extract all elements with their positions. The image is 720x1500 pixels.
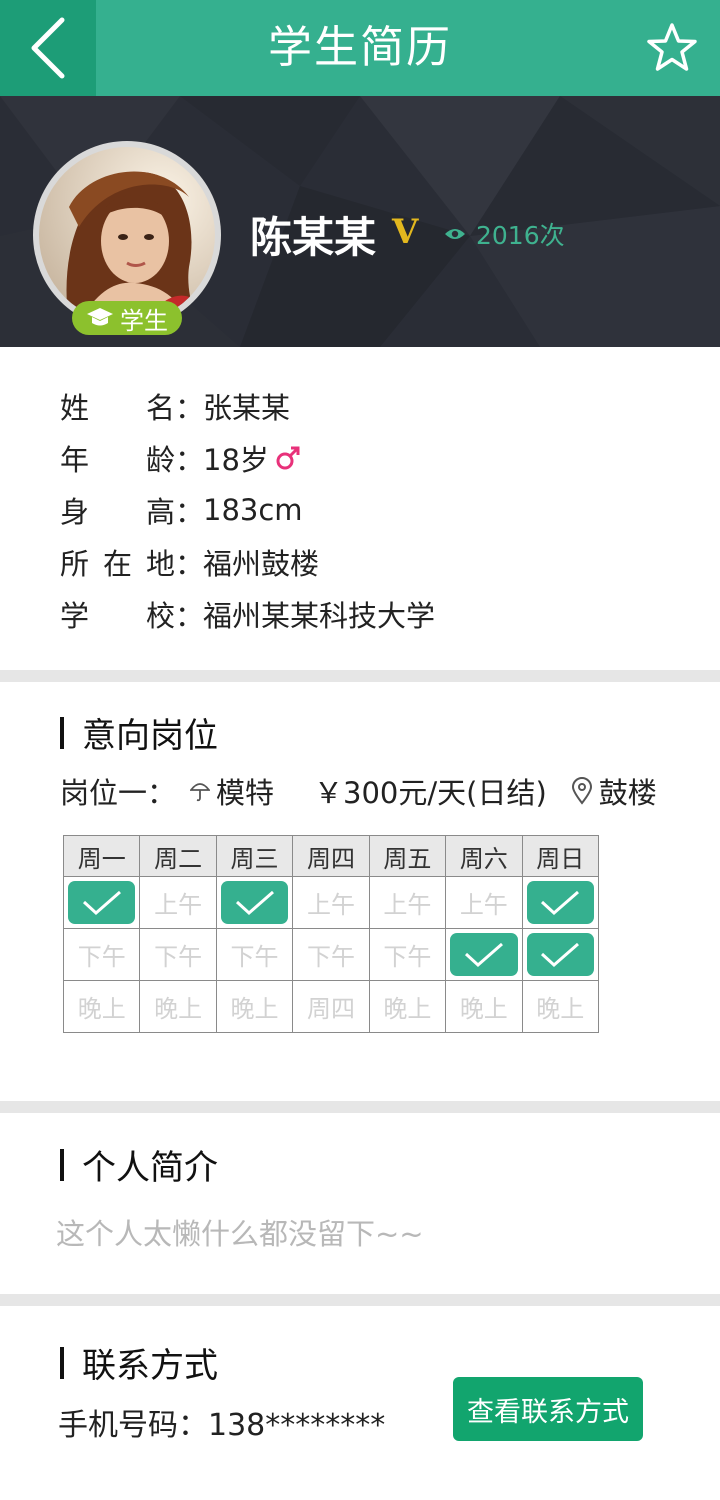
location-pin-icon <box>571 777 592 805</box>
job-location: 鼓楼 <box>598 776 657 810</box>
job-position: 模特 <box>216 776 275 810</box>
info-label: 年龄 <box>60 443 175 477</box>
schedule-cell: 周四 <box>292 980 370 1033</box>
schedule-day: 周日 <box>521 835 600 877</box>
view-contact-button[interactable]: 查看联系方式 <box>453 1377 643 1441</box>
job-line: 岗位一： 模特 ￥300元/天(日结) 鼓楼 <box>60 770 657 812</box>
schedule-day: 周四 <box>292 835 370 877</box>
info-value: 张某某 <box>203 391 291 425</box>
info-row-age: 年龄 ： 18岁 <box>60 432 435 484</box>
favorite-button[interactable] <box>646 22 698 74</box>
availability-schedule: 周一 周二 周三 周四 周五 周六 周日 上午 上午 上午 上午 下午 下午 下… <box>62 835 600 1033</box>
star-outline-icon <box>647 23 697 71</box>
schedule-cell-checked <box>521 876 600 929</box>
schedule-row-afternoon: 下午 下午 下午 下午 下午 <box>62 928 600 981</box>
info-colon: ： <box>175 391 205 425</box>
schedule-cell: 晚上 <box>445 980 523 1033</box>
schedule-cell: 下午 <box>215 928 294 981</box>
schedule-cell: 晚上 <box>62 980 141 1033</box>
role-badge: 学生 <box>72 301 182 335</box>
info-row-height: 身高 ： 183cm <box>60 484 435 536</box>
check-icon <box>526 881 594 924</box>
info-value: 福州某某科技大学 <box>203 599 436 633</box>
view-count: 2016次 <box>444 216 565 252</box>
job-section-title: 意向岗位 <box>60 708 218 757</box>
check-icon <box>220 881 289 924</box>
info-value: 福州鼓楼 <box>203 547 320 581</box>
schedule-day: 周一 <box>62 835 141 877</box>
schedule-cell: 下午 <box>292 928 370 981</box>
info-value: 18岁 <box>203 443 269 477</box>
section-divider <box>0 670 720 682</box>
schedule-cell-checked <box>445 928 523 981</box>
check-icon <box>450 933 518 976</box>
schedule-cell: 上午 <box>292 876 370 929</box>
page-title: 学生简历 <box>268 22 452 73</box>
info-row-location: 所在地 ： 福州鼓楼 <box>60 536 435 588</box>
umbrella-icon <box>190 783 211 802</box>
schedule-day: 周二 <box>139 835 217 877</box>
schedule-cell: 晚上 <box>215 980 294 1033</box>
schedule-row-evening: 晚上 晚上 晚上 周四 晚上 晚上 晚上 <box>62 980 600 1033</box>
intro-text: 这个人太懒什么都没留下~~ <box>56 1217 424 1251</box>
schedule-cell: 上午 <box>139 876 217 929</box>
section-marker <box>60 1148 64 1181</box>
schedule-cell: 下午 <box>139 928 217 981</box>
info-colon: ： <box>175 495 205 529</box>
top-bar: 学生简历 <box>0 0 720 96</box>
schedule-cell: 上午 <box>445 876 523 929</box>
info-row-school: 学校 ： 福州某某科技大学 <box>60 588 435 640</box>
schedule-day: 周六 <box>445 835 523 877</box>
section-marker <box>60 1346 64 1379</box>
graduation-cap-icon <box>87 308 113 326</box>
view-count-text: 2016次 <box>476 221 565 250</box>
info-colon: ： <box>175 599 205 633</box>
vip-mark: V <box>392 212 419 252</box>
check-icon <box>68 881 136 924</box>
eye-icon <box>445 229 465 239</box>
schedule-cell: 下午 <box>368 928 447 981</box>
section-divider <box>0 1101 720 1113</box>
info-label: 身高 <box>60 495 175 529</box>
info-row-name: 姓名 ： 张某某 <box>60 380 435 432</box>
info-value: 183cm <box>203 493 303 527</box>
schedule-cell: 下午 <box>62 928 141 981</box>
phone-line: 手机号码：138******** <box>58 1400 385 1444</box>
avatar-photo <box>39 147 215 323</box>
info-label: 所在地 <box>60 547 175 581</box>
info-colon: ： <box>175 547 205 581</box>
schedule-cell: 晚上 <box>521 980 600 1033</box>
basic-info: 姓名 ： 张某某 年龄 ： 18岁 身高 ： 183cm 所在地 ： 福州鼓楼 … <box>60 380 435 640</box>
info-label: 学校 <box>60 599 175 633</box>
contact-section-title: 联系方式 <box>60 1338 218 1387</box>
female-icon <box>276 446 300 470</box>
schedule-day: 周五 <box>368 835 447 877</box>
role-badge-label: 学生 <box>120 306 168 335</box>
phone-value: 138******** <box>208 1408 386 1443</box>
schedule-cell-checked <box>62 876 141 929</box>
schedule-cell-checked <box>215 876 294 929</box>
info-colon: ： <box>175 443 205 477</box>
schedule-cell: 上午 <box>368 876 447 929</box>
schedule-header-row: 周一 周二 周三 周四 周五 周六 周日 <box>62 835 600 877</box>
schedule-row-morning: 上午 上午 上午 上午 <box>62 876 600 929</box>
job-label: 岗位一： <box>60 776 177 810</box>
schedule-cell-checked <box>521 928 600 981</box>
phone-label: 手机号码： <box>58 1408 208 1443</box>
schedule-day: 周三 <box>215 835 294 877</box>
profile-hero: 学生 陈某某 V 2016次 <box>0 96 720 347</box>
section-marker <box>60 716 64 749</box>
check-icon <box>526 933 594 976</box>
schedule-cell: 晚上 <box>139 980 217 1033</box>
schedule-cell: 晚上 <box>368 980 447 1033</box>
profile-name: 陈某某 <box>250 213 377 262</box>
section-divider <box>0 1294 720 1306</box>
intro-section-title: 个人简介 <box>60 1140 218 1189</box>
job-salary: ￥300元/天(日结) <box>314 776 547 810</box>
info-label: 姓名 <box>60 391 175 425</box>
